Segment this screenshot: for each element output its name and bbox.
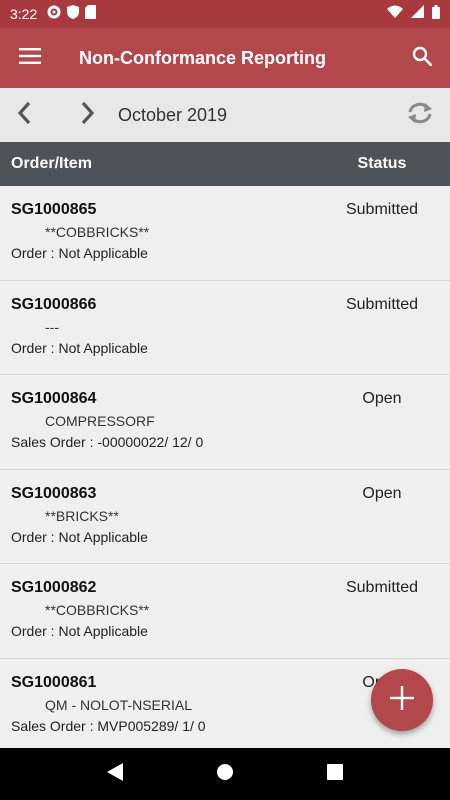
list-item[interactable]: SG1000866 --- Order : Not Applicable Sub… <box>0 280 450 375</box>
item-name: **COBBRICKS** <box>45 602 150 618</box>
month-label: October 2019 <box>118 104 228 125</box>
back-triangle-icon <box>107 762 123 786</box>
recents-button[interactable] <box>315 754 355 794</box>
order-reference: Sales Order : MVP005289/ 1/ 0 <box>11 717 206 734</box>
refresh-icon <box>406 101 434 130</box>
list-item[interactable]: SG1000862 **COBBRICKS** Order : Not Appl… <box>0 564 450 659</box>
sd-card-icon <box>85 4 97 24</box>
shield-icon <box>67 4 80 24</box>
gear-icon <box>47 5 61 24</box>
menu-button[interactable] <box>0 28 60 88</box>
order-reference: Order : Not Applicable <box>11 245 148 261</box>
back-button[interactable] <box>95 754 135 794</box>
ncr-id: SG1000861 <box>11 673 97 691</box>
column-header-status: Status <box>357 155 407 172</box>
month-navigation-bar: October 2019 <box>0 88 450 142</box>
item-name: COMPRESSORF <box>45 413 155 429</box>
battery-icon <box>432 4 440 24</box>
order-reference: Order : Not Applicable <box>11 339 148 356</box>
status-label: Open <box>362 484 402 502</box>
ncr-id: SG1000862 <box>11 579 97 596</box>
app-bar: Non-Conformance Reporting <box>0 28 450 88</box>
ncr-id: SG1000863 <box>11 484 97 502</box>
order-reference: Sales Order : -00000022/ 12/ 0 <box>11 434 204 450</box>
order-reference: Order : Not Applicable <box>11 528 148 545</box>
order-reference: Order : Not Applicable <box>11 623 148 639</box>
item-name: **COBBRICKS** <box>45 224 150 240</box>
list-item[interactable]: SG1000865 **COBBRICKS** Order : Not Appl… <box>0 186 450 281</box>
system-navigation-bar <box>0 748 450 800</box>
next-month-button[interactable] <box>64 88 112 142</box>
recents-square-icon <box>327 763 343 785</box>
ncr-list: SG1000865 **COBBRICKS** Order : Not Appl… <box>0 186 450 748</box>
hamburger-menu-icon <box>19 47 41 69</box>
table-header: Order/Item Status <box>0 142 450 186</box>
list-item[interactable]: SG1000864 COMPRESSORF Sales Order : -000… <box>0 375 450 470</box>
search-icon <box>412 46 433 71</box>
chevron-left-icon <box>17 101 31 130</box>
page-title: Non-Conformance Reporting <box>79 47 326 68</box>
status-bar: 3:22 <box>0 0 450 28</box>
status-label: Open <box>362 390 402 407</box>
ncr-id: SG1000865 <box>11 201 97 218</box>
ncr-id: SG1000866 <box>11 295 97 313</box>
add-report-button[interactable] <box>371 669 433 731</box>
status-label: Submitted <box>345 579 419 596</box>
signal-icon <box>411 5 424 23</box>
plus-icon <box>390 685 414 715</box>
ncr-id: SG1000864 <box>11 390 97 407</box>
status-time: 3:22 <box>10 6 38 22</box>
item-name: --- <box>45 318 59 335</box>
item-name: QM - NOLOT-NSERIAL <box>45 696 193 713</box>
chevron-right-icon <box>81 101 95 130</box>
list-item[interactable]: SG1000863 **BRICKS** Order : Not Applica… <box>0 469 450 564</box>
column-header-order-item: Order/Item <box>11 155 92 172</box>
status-label: Submitted <box>345 201 419 218</box>
search-button[interactable] <box>394 28 450 88</box>
status-label: Submitted <box>345 295 419 313</box>
wifi-icon <box>387 5 403 23</box>
home-button[interactable] <box>205 754 245 794</box>
home-circle-icon <box>216 763 234 786</box>
refresh-button[interactable] <box>390 88 450 142</box>
previous-month-button[interactable] <box>0 88 48 142</box>
item-name: **BRICKS** <box>45 507 119 524</box>
